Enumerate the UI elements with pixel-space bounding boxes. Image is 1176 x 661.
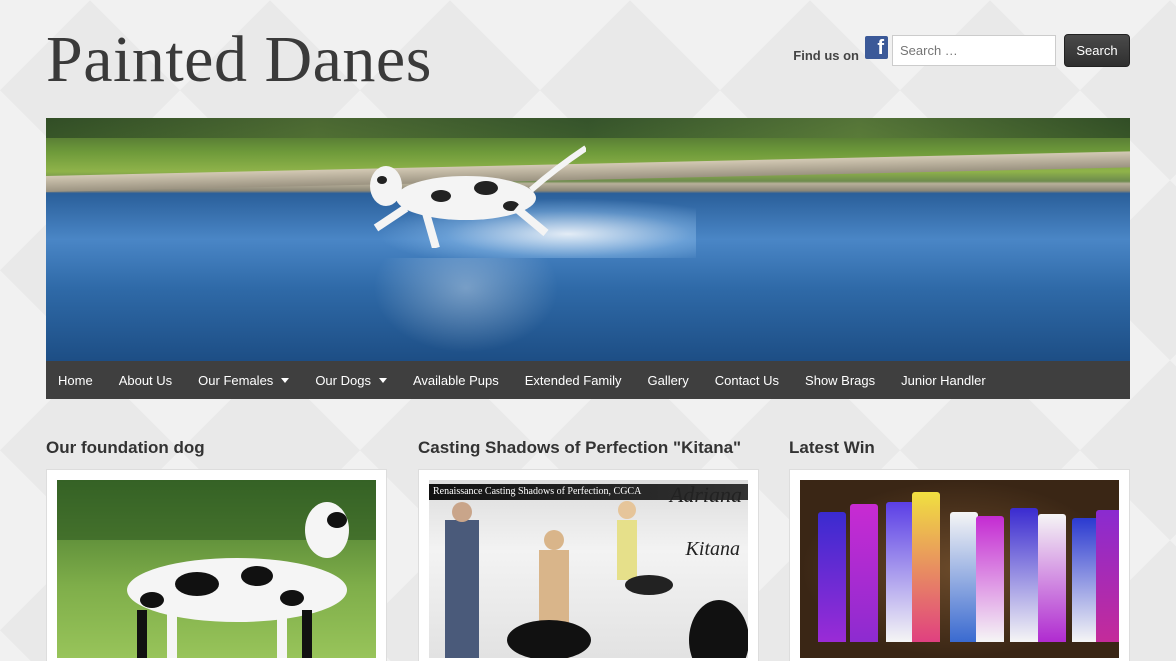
hero-trees xyxy=(46,118,1130,138)
chevron-down-icon xyxy=(281,378,290,383)
kitana-card[interactable]: Renaissance Casting Shadows of Perfectio… xyxy=(418,469,759,661)
great-dane-illustration xyxy=(370,145,586,248)
foundation-dog-title: Our foundation dog xyxy=(46,438,205,457)
nav-item-label: Available Pups xyxy=(412,372,499,388)
nav-item-home[interactable]: Home xyxy=(58,373,93,388)
foundation-dog-card[interactable] xyxy=(46,469,387,661)
ribbon xyxy=(912,492,940,642)
nav-item-extended-family[interactable]: Extended Family xyxy=(525,373,622,388)
handlers-illustration xyxy=(445,501,748,658)
ribbon xyxy=(1010,508,1038,642)
ribbon xyxy=(818,512,846,642)
nav-item-label: Extended Family xyxy=(524,372,622,388)
ribbon xyxy=(850,504,878,642)
ribbon xyxy=(976,516,1004,642)
nav-item-contact-us[interactable]: Contact Us xyxy=(715,373,779,388)
find-us-label: Find us on xyxy=(793,48,859,63)
nav-item-about-us[interactable]: About Us xyxy=(119,373,172,388)
header-actions: Find us on f Search xyxy=(793,34,1130,67)
latest-win-title: Latest Win xyxy=(789,438,875,457)
nav-item-label: Contact Us xyxy=(714,372,780,388)
ribbon xyxy=(1038,514,1066,642)
hero-wall xyxy=(46,151,1130,192)
nav-item-label: Our Females xyxy=(198,372,274,388)
nav-item-label: Home xyxy=(58,372,93,388)
ribbon xyxy=(886,502,914,642)
ribbon xyxy=(950,512,978,642)
nav-item-our-dogs[interactable]: Our Dogs xyxy=(315,373,387,388)
chevron-down-icon xyxy=(378,378,387,383)
nav-item-show-brags[interactable]: Show Brags xyxy=(805,373,875,388)
search-input[interactable] xyxy=(892,35,1056,66)
nav-item-our-females[interactable]: Our Females xyxy=(198,372,290,388)
nav-item-label: Show Brags xyxy=(805,372,876,388)
nav-item-label: Our Dogs xyxy=(315,372,371,388)
harlequin-dane-illustration xyxy=(57,480,376,658)
nav-item-label: Gallery xyxy=(647,372,689,388)
kitana-title: Casting Shadows of Perfection "Kitana" xyxy=(418,438,742,457)
nav-item-label: Junior Handler xyxy=(901,372,986,388)
nav-item-junior-handler[interactable]: Junior Handler xyxy=(901,373,986,388)
latest-win-photo[interactable] xyxy=(800,480,1119,658)
nav-item-gallery[interactable]: Gallery xyxy=(648,373,689,388)
kitana-photo[interactable]: Renaissance Casting Shadows of Perfectio… xyxy=(429,480,748,658)
search-button[interactable]: Search xyxy=(1064,34,1130,67)
ribbon xyxy=(1096,510,1119,642)
nav-item-available-pups[interactable]: Available Pups xyxy=(413,373,499,388)
nav-item-label: About Us xyxy=(118,372,173,388)
main-navigation: Home About Us Our Females Our Dogs Avail… xyxy=(46,361,1130,399)
hero-banner-image xyxy=(46,118,1130,361)
foundation-dog-photo[interactable] xyxy=(57,480,376,658)
site-title[interactable]: Painted Danes xyxy=(46,22,432,98)
latest-win-card[interactable] xyxy=(789,469,1130,661)
facebook-icon[interactable]: f xyxy=(865,36,888,59)
hero-reflection xyxy=(366,258,566,358)
